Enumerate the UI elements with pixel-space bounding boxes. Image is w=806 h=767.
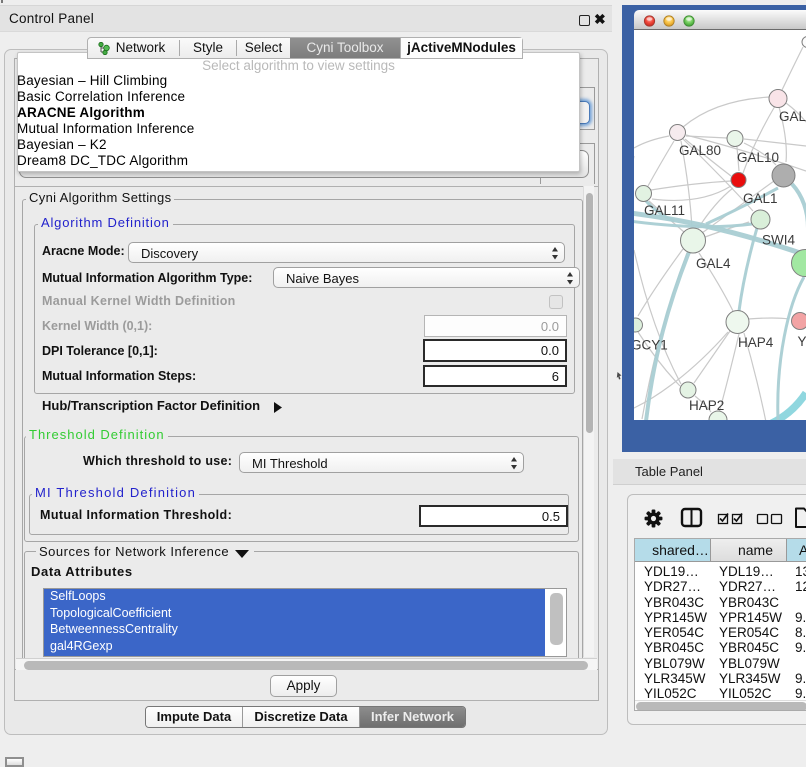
svg-text:GCY1: GCY1 (634, 338, 668, 353)
svg-text:Y: Y (798, 334, 806, 349)
svg-text:GAL4: GAL4 (696, 256, 731, 271)
svg-text:GAL: GAL (779, 109, 806, 124)
svg-text:GAL11: GAL11 (644, 203, 685, 218)
svg-text:HAP4: HAP4 (738, 335, 774, 350)
svg-text:HAP2: HAP2 (689, 398, 724, 413)
svg-text:GAL80: GAL80 (679, 143, 721, 158)
svg-text:GAL10: GAL10 (737, 150, 779, 165)
svg-text:SWI4: SWI4 (762, 233, 795, 248)
svg-text:GAL1: GAL1 (743, 191, 778, 206)
